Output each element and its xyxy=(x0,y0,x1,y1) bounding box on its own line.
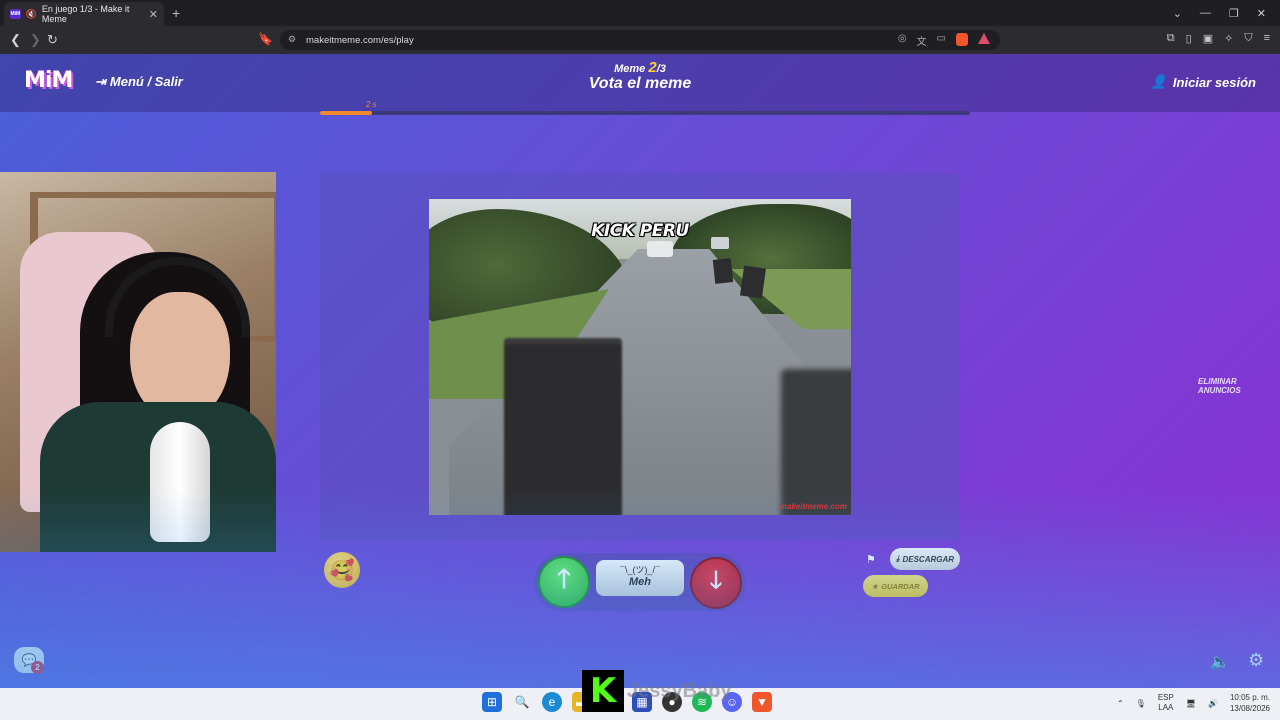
menu-exit-link[interactable]: ⇥ Menú / Salir xyxy=(95,74,183,90)
close-tab-icon[interactable]: ✕ xyxy=(149,8,158,21)
microphone-icon[interactable]: 🎙 xyxy=(1136,699,1146,708)
star-icon: ★ xyxy=(871,581,879,591)
clock-date: 13/08/2026 xyxy=(1229,704,1270,713)
clock[interactable]: 10:05 p. m. 13/08/2026 xyxy=(1230,692,1270,714)
page-title: Vota el meme xyxy=(588,75,692,92)
brave-shields-icon[interactable] xyxy=(956,33,968,46)
meme-image: KICK PERU makeitmeme.com xyxy=(429,199,851,515)
browser-tab-bar: MiM 🔇 En juego 1/3 - Make it Meme ✕ + ⌄ … xyxy=(0,0,1280,26)
network-icon[interactable]: 🖥 xyxy=(1186,699,1196,708)
meme-caption: KICK PERU xyxy=(591,221,689,241)
reaction-emoji-button[interactable]: 🥰 xyxy=(324,552,360,588)
brave-icon[interactable]: ▼ xyxy=(752,692,772,712)
meh-label: Meh xyxy=(629,576,651,588)
translate-icon[interactable]: 文 xyxy=(917,33,927,48)
bookmark-icon[interactable]: 🔖 xyxy=(258,32,273,46)
tracking-icon[interactable]: ◎ xyxy=(898,33,907,48)
kick-letter: K xyxy=(589,671,617,711)
download-button[interactable]: ⤓ DESCARGAR xyxy=(890,548,960,570)
favicon-icon: MiM xyxy=(10,9,21,19)
game-page: MiM ⇥ Menú / Salir Meme 2/3 Vota el meme… xyxy=(0,54,1280,688)
site-info-icon[interactable]: ⚙ xyxy=(288,34,296,45)
meme-total: /3 xyxy=(656,63,666,75)
wallet-icon[interactable]: ▣ xyxy=(1203,32,1213,45)
kick-logo: K xyxy=(582,670,624,712)
address-bar-row: ❮ ❯ ↻ 🔖 ⚙ makeitmeme.com/es/play ◎ 文 ▭ ⧉… xyxy=(0,26,1280,54)
search-icon[interactable]: 🔍 xyxy=(512,692,532,712)
round-header: Meme 2/3 Vota el meme xyxy=(540,59,740,93)
login-button[interactable]: 👤 Iniciar sesión xyxy=(1151,74,1256,90)
meme-counter: Meme 2/3 xyxy=(540,59,740,76)
exit-icon: ⇥ xyxy=(95,74,106,89)
minimize-icon[interactable]: — xyxy=(1200,7,1211,19)
chat-badge: 2 xyxy=(31,661,44,674)
system-tray: ⌃ 🎙 ESP LAA 🖥 🔊 10:05 p. m. 13/08/2026 xyxy=(1117,692,1270,714)
start-icon[interactable]: ⊞ xyxy=(482,692,502,712)
clock-time: 10:05 p. m. xyxy=(1229,693,1270,702)
streamer-webcam xyxy=(0,172,276,552)
url-text: makeitmeme.com/es/play xyxy=(306,34,414,46)
tab-list-icon[interactable]: ⌄ xyxy=(1173,7,1182,20)
lang-line1: ESP xyxy=(1157,693,1174,702)
url-actions: ◎ 文 ▭ xyxy=(898,33,990,48)
timer-label: 2 s xyxy=(366,100,377,109)
new-tab-icon[interactable]: + xyxy=(172,5,180,21)
user-icon: 👤 xyxy=(1150,74,1167,89)
meme-current: 2 xyxy=(648,59,657,76)
back-icon[interactable]: ❮ xyxy=(10,32,21,48)
url-field[interactable]: ⚙ makeitmeme.com/es/play ◎ 文 ▭ xyxy=(280,30,1000,50)
game-header: MiM ⇥ Menú / Salir Meme 2/3 Vota el meme… xyxy=(0,54,1280,112)
download-label: DESCARGAR xyxy=(902,554,955,564)
meh-button[interactable]: ¯\_(ツ)_/¯ Meh xyxy=(596,560,684,596)
remove-ads-link[interactable]: ELIMINAR ANUNCIOS xyxy=(1198,377,1280,395)
mim-logo[interactable]: MiM xyxy=(24,68,73,93)
toolbar-right: ⧉ ▯ ▣ ✧ ⛉ ≡ xyxy=(1167,32,1270,45)
timer-fill xyxy=(320,111,372,115)
save-label: GUARDAR xyxy=(881,581,920,591)
language-indicator[interactable]: ESP LAA xyxy=(1158,693,1174,713)
menu-icon[interactable]: ≡ xyxy=(1264,32,1270,45)
vote-up-button[interactable]: 🡑 xyxy=(538,556,590,608)
close-window-icon[interactable]: ✕ xyxy=(1257,7,1266,20)
edge-icon[interactable]: e xyxy=(542,692,562,712)
menu-exit-label: Menú / Salir xyxy=(109,74,183,89)
report-flag-icon[interactable]: ⚑ xyxy=(866,553,876,566)
maximize-icon[interactable]: ❐ xyxy=(1229,7,1239,20)
shrug-text: ¯\_(ツ)_/¯ xyxy=(620,565,660,575)
mute-icon[interactable]: 🔇 xyxy=(26,9,37,20)
volume-icon[interactable]: 🔈 xyxy=(1210,652,1230,672)
tray-chevron-icon[interactable]: ⌃ xyxy=(1117,699,1124,708)
sidebar-icon[interactable]: ▯ xyxy=(1186,32,1192,45)
lang-line2: LAA xyxy=(1158,703,1174,712)
brave-rewards-icon[interactable] xyxy=(978,33,990,44)
streamer-name: JessyBaby xyxy=(627,680,732,702)
arrow-down-icon: 🡓 xyxy=(709,566,723,594)
download-icon: ⤓ xyxy=(895,554,900,563)
arrow-up-icon: 🡑 xyxy=(557,563,571,593)
login-label: Iniciar sesión xyxy=(1172,74,1256,90)
reload-icon[interactable]: ↻ xyxy=(47,32,58,48)
cast-icon[interactable]: ▭ xyxy=(937,33,946,48)
tab-title: En juego 1/3 - Make it Meme xyxy=(41,4,130,24)
window-controls: ⌄ — ❐ ✕ xyxy=(1173,0,1280,26)
leo-icon[interactable]: ✧ xyxy=(1224,32,1233,45)
vpn-icon[interactable]: ⛉ xyxy=(1244,32,1252,45)
meme-prefix: Meme xyxy=(614,63,646,75)
timer-bar xyxy=(320,111,970,115)
forward-icon[interactable]: ❯ xyxy=(30,32,41,48)
extensions-icon[interactable]: ⧉ xyxy=(1167,32,1175,45)
settings-gear-icon[interactable]: ⚙ xyxy=(1248,650,1264,671)
speaker-icon[interactable]: 🔊 xyxy=(1208,699,1218,708)
meme-watermark: makeitmeme.com xyxy=(779,502,847,511)
vote-down-button[interactable]: 🡓 xyxy=(690,557,742,609)
save-button[interactable]: ★ GUARDAR xyxy=(863,575,928,597)
browser-tab[interactable]: MiM 🔇 En juego 1/3 - Make it Meme ✕ xyxy=(4,2,164,26)
